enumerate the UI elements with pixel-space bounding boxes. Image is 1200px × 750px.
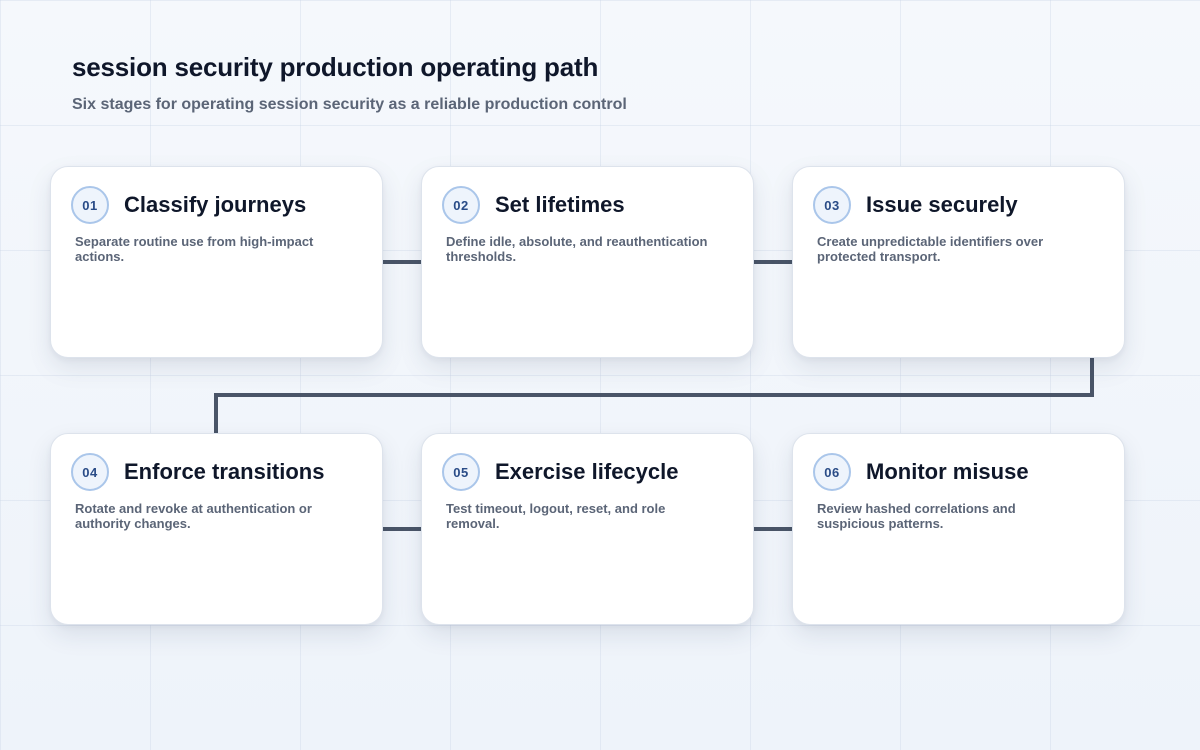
stage-card-2: 02 Set lifetimes Define idle, absolute, … [421,166,754,358]
stage-number-badge: 01 [71,186,109,224]
stage-description: Define idle, absolute, and reauthenticat… [446,234,708,264]
stage-number-badge: 06 [813,453,851,491]
stage-title: Monitor misuse [866,459,1029,484]
stage-number-badge: 04 [71,453,109,491]
stage-description: Create unpredictable identifiers over pr… [817,234,1044,264]
stage-title: Classify journeys [124,192,307,217]
stage-number-badge: 03 [813,186,851,224]
stage-number-badge: 05 [442,453,480,491]
stage-card-6: 06 Monitor misuse Review hashed correlat… [792,433,1125,625]
stage-number-badge: 02 [442,186,480,224]
stage-description: Rotate and revoke at authentication or a… [75,501,312,531]
stage-title: Exercise lifecycle [495,459,679,484]
stage-title: Enforce transitions [124,459,325,484]
stage-description: Separate routine use from high-impact ac… [75,234,314,264]
stage-card-4: 04 Enforce transitions Rotate and revoke… [50,433,383,625]
connector-03-04 [214,358,1094,434]
stage-card-1: 01 Classify journeys Separate routine us… [50,166,383,358]
stage-description: Test timeout, logout, reset, and role re… [446,501,666,531]
stage-description: Review hashed correlations and suspiciou… [817,501,1016,531]
stage-title: Issue securely [866,192,1018,217]
stage-card-3: 03 Issue securely Create unpredictable i… [792,166,1125,358]
stage-card-5: 05 Exercise lifecycle Test timeout, logo… [421,433,754,625]
stage-title: Set lifetimes [495,192,625,217]
flow-connectors [214,260,1094,531]
